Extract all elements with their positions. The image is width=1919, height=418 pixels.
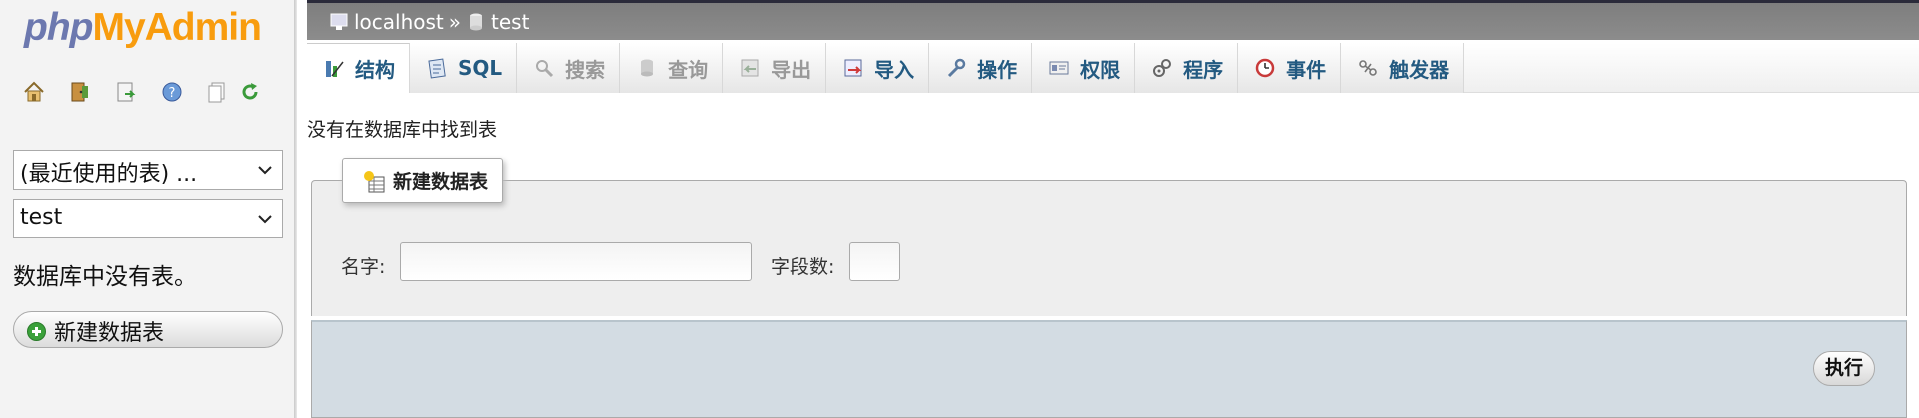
import-icon xyxy=(842,57,864,79)
tab-sql[interactable]: SQL xyxy=(410,43,518,93)
tab-privileges[interactable]: 权限 xyxy=(1032,43,1136,93)
tab-triggers-label: 触发器 xyxy=(1389,57,1450,82)
table-name-input[interactable] xyxy=(400,242,752,281)
column-count-input[interactable] xyxy=(849,242,900,281)
tab-events[interactable]: 事件 xyxy=(1238,43,1342,93)
column-count-label: 字段数: xyxy=(771,256,835,278)
sql-docs-icon[interactable] xyxy=(206,80,230,104)
breadcrumb-server-link[interactable]: localhost xyxy=(354,10,444,34)
tab-export-label: 导出 xyxy=(771,57,812,82)
create-table-legend-label: 新建数据表 xyxy=(393,171,489,193)
phpmyadmin-logo[interactable]: phpMyAdmin xyxy=(24,6,262,50)
create-table-footer xyxy=(311,320,1907,418)
tab-operations-label: 操作 xyxy=(977,57,1018,82)
wrench-icon xyxy=(945,57,967,79)
tab-search[interactable]: 搜索 xyxy=(517,43,621,93)
top-breadcrumb-bar: localhost » test xyxy=(307,0,1919,40)
database-select-value: test xyxy=(20,205,63,230)
tab-structure-label: 结构 xyxy=(355,58,395,82)
tab-search-label: 搜索 xyxy=(565,57,606,82)
tab-operations[interactable]: 操作 xyxy=(929,43,1033,93)
query-window-icon[interactable] xyxy=(114,80,138,104)
logout-icon[interactable] xyxy=(68,80,92,104)
search-icon xyxy=(533,57,555,79)
reload-icon[interactable] xyxy=(238,80,262,104)
tab-privileges-label: 权限 xyxy=(1080,57,1121,82)
tab-export[interactable]: 导出 xyxy=(723,43,827,93)
svg-text:?: ? xyxy=(169,86,176,101)
tab-structure[interactable]: 结构 xyxy=(307,43,410,93)
sql-icon xyxy=(426,57,448,79)
tab-query-label: 查询 xyxy=(668,57,709,82)
database-icon xyxy=(470,13,483,31)
structure-icon xyxy=(323,58,345,80)
go-button[interactable]: 执行 xyxy=(1813,351,1875,386)
database-tabs: 结构 SQL 搜索 查询 导出 导入 操作 权限 程序 事件 触发器 xyxy=(307,43,1919,93)
phpmyadmin-window: phpMyAdmin ? (最近使用的表) ... test 数据库中没有表。 … xyxy=(0,0,1919,418)
tab-triggers[interactable]: 触发器 xyxy=(1341,43,1465,93)
server-icon xyxy=(330,13,348,30)
chevron-down-icon xyxy=(258,166,272,175)
new-table-nav-label: 新建数据表 xyxy=(54,321,165,346)
chevron-down-icon xyxy=(258,215,272,224)
breadcrumb: localhost » test xyxy=(329,10,529,34)
no-tables-message: 数据库中没有表。 xyxy=(13,264,197,290)
tab-routines[interactable]: 程序 xyxy=(1135,43,1239,93)
new-table-nav-button[interactable]: 新建数据表 xyxy=(13,311,283,348)
new-table-icon xyxy=(361,169,387,195)
triggers-icon xyxy=(1357,57,1379,79)
tab-sql-label: SQL xyxy=(458,56,503,80)
breadcrumb-database-link[interactable]: test xyxy=(491,10,529,34)
events-icon xyxy=(1254,57,1276,79)
database-select[interactable]: test xyxy=(13,199,283,238)
tab-import-label: 导入 xyxy=(874,57,915,82)
docs-icon[interactable]: ? xyxy=(160,80,184,104)
privileges-icon xyxy=(1048,57,1070,79)
logo-php-text: php xyxy=(24,6,93,49)
create-table-legend: 新建数据表 xyxy=(342,158,504,203)
recent-tables-select[interactable]: (最近使用的表) ... xyxy=(13,150,283,190)
routines-icon xyxy=(1151,57,1173,79)
tab-import[interactable]: 导入 xyxy=(826,43,930,93)
export-icon xyxy=(739,57,761,79)
home-icon[interactable] xyxy=(22,80,46,104)
logo-myadmin-text: MyAdmin xyxy=(92,6,261,49)
breadcrumb-separator: » xyxy=(448,10,462,34)
tab-routines-label: 程序 xyxy=(1183,57,1224,82)
tab-events-label: 事件 xyxy=(1286,57,1327,82)
plus-icon xyxy=(27,322,46,341)
navigation-icon-bar: ? xyxy=(22,80,284,104)
no-tables-notice: 没有在数据库中找到表 xyxy=(307,119,498,141)
query-icon xyxy=(636,57,658,79)
table-name-label: 名字: xyxy=(341,256,386,278)
navigation-panel: phpMyAdmin ? (最近使用的表) ... test 数据库中没有表。 … xyxy=(0,0,297,418)
recent-tables-value: (最近使用的表) ... xyxy=(20,162,198,187)
tab-query[interactable]: 查询 xyxy=(620,43,724,93)
